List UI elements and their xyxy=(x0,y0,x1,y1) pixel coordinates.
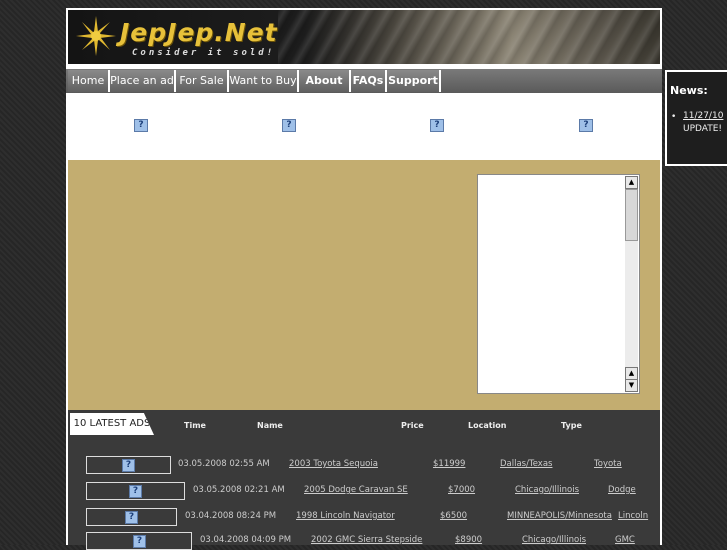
ad-location-link[interactable]: MINNEAPOLIS/Minnesota xyxy=(507,511,612,521)
ad-price-link[interactable]: $8900 xyxy=(455,535,482,545)
ad-thumbnail[interactable]: ? xyxy=(86,482,185,500)
col-header-type: Type xyxy=(561,421,582,430)
ad-thumbnail[interactable]: ? xyxy=(86,508,177,526)
site-logo-text[interactable]: JepJep.Net xyxy=(120,18,278,47)
broken-image-icon: ? xyxy=(122,459,135,472)
news-date-link[interactable]: 11/27/10 xyxy=(683,110,723,123)
broken-image-icon: ? xyxy=(125,511,138,524)
ad-type-link[interactable]: GMC xyxy=(615,535,635,545)
news-box: News: • 11/27/10 UPDATE! xyxy=(665,70,727,166)
ad-name-link[interactable]: 1998 Lincoln Navigator xyxy=(296,511,395,521)
site-tagline: Consider it sold! xyxy=(132,48,276,58)
nav-about-us[interactable]: About Us xyxy=(299,70,351,109)
col-header-time: Time xyxy=(184,421,206,430)
ad-type-link[interactable]: Toyota xyxy=(594,459,622,469)
ad-location-link[interactable]: Chicago/Illinois xyxy=(522,535,586,545)
nav-faqs[interactable]: FAQs xyxy=(351,70,387,92)
ad-name-link[interactable]: 2003 Toyota Sequoia xyxy=(289,459,378,469)
ad-name-link[interactable]: 2002 GMC Sierra Stepside xyxy=(311,535,422,545)
latest-ads-tab: 10 LATEST ADS xyxy=(70,413,154,435)
broken-image-icon: ? xyxy=(133,535,146,548)
broken-image-icon[interactable]: ? xyxy=(430,119,444,132)
ad-name-link[interactable]: 2005 Dodge Caravan SE xyxy=(304,485,408,495)
news-title: News: xyxy=(670,84,708,97)
nav-want-to-buy[interactable]: Want to Buy xyxy=(229,70,299,92)
table-row: ? 03.05.2008 02:55 AM 2003 Toyota Sequoi… xyxy=(68,456,660,474)
ad-price-link[interactable]: $7000 xyxy=(448,485,475,495)
broken-image-icon[interactable]: ? xyxy=(282,119,296,132)
ad-location-link[interactable]: Dallas/Texas xyxy=(500,459,552,469)
ad-time: 03.05.2008 02:21 AM xyxy=(193,485,285,495)
table-row: ? 03.05.2008 02:21 AM 2005 Dodge Caravan… xyxy=(68,482,660,500)
bullet-icon: • xyxy=(671,112,677,122)
broken-image-icon[interactable]: ? xyxy=(134,119,148,132)
page-frame: JepJep.Net Consider it sold! Home Place … xyxy=(66,8,662,550)
logo-star-icon xyxy=(76,16,116,56)
ad-time: 03.04.2008 04:09 PM xyxy=(200,535,292,545)
ad-time: 03.05.2008 02:55 AM xyxy=(178,459,270,469)
featured-images-row: ? ? ? ? xyxy=(66,94,662,160)
scroll-up-arrow-icon[interactable]: ▲ xyxy=(625,176,638,189)
col-header-price: Price xyxy=(401,421,424,430)
latest-ads-panel: 10 LATEST ADS Time Name Price Location T… xyxy=(68,410,660,550)
main-nav: Home Place an ad For Sale Want to Buy Ab… xyxy=(66,69,662,109)
nav-home[interactable]: Home xyxy=(68,70,110,92)
broken-image-icon[interactable]: ? xyxy=(579,119,593,132)
ad-type-link[interactable]: Lincoln xyxy=(618,511,648,521)
header-banner-image xyxy=(278,10,660,64)
ad-thumbnail[interactable]: ? xyxy=(86,532,192,550)
ad-time: 03.04.2008 08:24 PM xyxy=(185,511,277,521)
vertical-scrollbar[interactable]: ▲ ▲ ▼ xyxy=(625,176,638,392)
ad-location-link[interactable]: Chicago/Illinois xyxy=(515,485,579,495)
col-header-name: Name xyxy=(257,421,283,430)
news-text: UPDATE! xyxy=(683,124,723,134)
featured-panel: ▲ ▲ ▼ xyxy=(68,160,660,410)
scroll-down-arrow-icon[interactable]: ▼ xyxy=(625,379,638,392)
ad-price-link[interactable]: $11999 xyxy=(433,459,465,469)
ad-type-link[interactable]: Dodge xyxy=(608,485,636,495)
ad-thumbnail[interactable]: ? xyxy=(86,456,171,474)
nav-for-sale[interactable]: For Sale xyxy=(176,70,229,92)
col-header-location: Location xyxy=(468,421,507,430)
site-header: JepJep.Net Consider it sold! xyxy=(68,10,660,64)
nav-support[interactable]: Support xyxy=(387,70,441,92)
broken-image-icon: ? xyxy=(129,485,142,498)
table-row: ? 03.04.2008 08:24 PM 1998 Lincoln Navig… xyxy=(68,508,660,526)
table-row: ? 03.04.2008 04:09 PM 2002 GMC Sierra St… xyxy=(68,532,660,550)
ad-price-link[interactable]: $6500 xyxy=(440,511,467,521)
scroll-thumb[interactable] xyxy=(625,189,638,241)
scroll-textbox[interactable]: ▲ ▲ ▼ xyxy=(477,174,640,394)
nav-place-an-ad[interactable]: Place an ad xyxy=(110,70,176,92)
